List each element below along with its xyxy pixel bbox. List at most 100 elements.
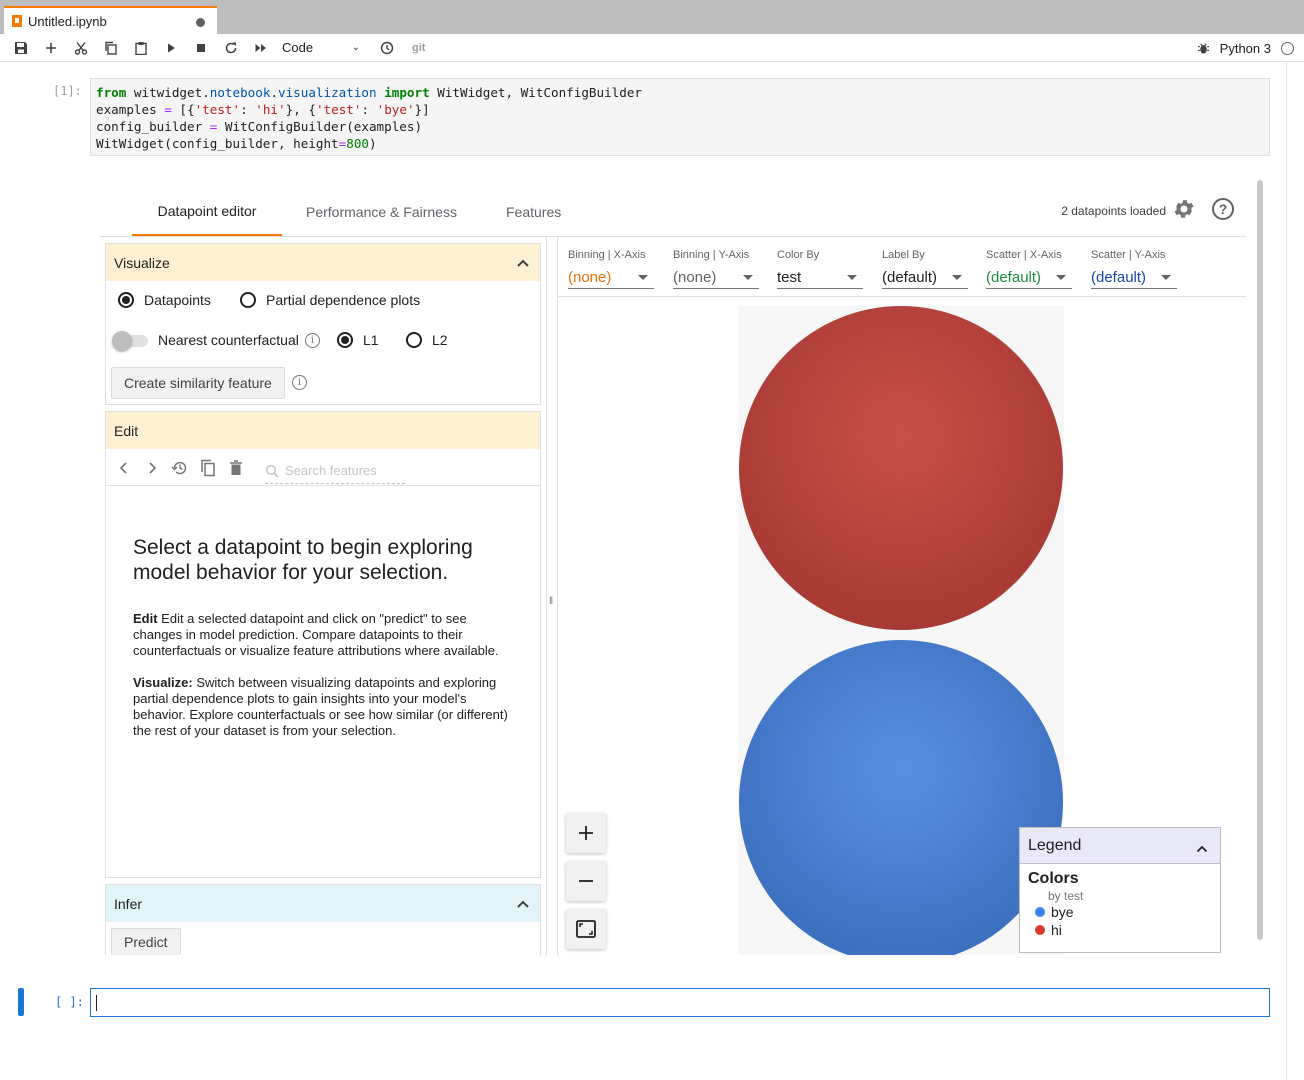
- nearest-counterfactual-row: Nearest counterfactual i: [158, 332, 320, 348]
- l2-radio[interactable]: L2: [406, 332, 448, 348]
- active-cell-indicator: [18, 988, 24, 1016]
- drag-handle-icon[interactable]: ‖: [549, 596, 553, 607]
- code-line: examples = [{'test': 'hi'}, {'test': 'by…: [96, 102, 430, 117]
- chevron-up-icon[interactable]: [516, 896, 530, 912]
- help-icon[interactable]: ?: [1212, 198, 1234, 220]
- nearest-counterfactual-toggle[interactable]: [112, 331, 148, 351]
- predict-button[interactable]: Predict: [111, 928, 181, 955]
- pdp-radio[interactable]: Partial dependence plots: [240, 292, 420, 308]
- info-icon[interactable]: i: [304, 332, 320, 348]
- plot-control-dropdown[interactable]: Binning | Y-Axis (none): [673, 249, 759, 289]
- paste-icon[interactable]: [126, 35, 156, 61]
- empty-cell-prompt: [ ]:: [55, 995, 84, 1009]
- l1-label: L1: [363, 332, 379, 348]
- info-icon[interactable]: i: [292, 375, 307, 390]
- tab-datapoint-editor[interactable]: Datapoint editor: [132, 188, 282, 236]
- datapoints-label: Datapoints: [144, 292, 211, 308]
- git-label[interactable]: git: [412, 42, 425, 54]
- notebook-tab[interactable]: Untitled.ipynb: [4, 6, 217, 34]
- cut-icon[interactable]: [66, 35, 96, 61]
- zoom-out-button[interactable]: [566, 861, 606, 901]
- notebook-scrollbar[interactable]: [1286, 63, 1300, 1080]
- chevron-right-icon[interactable]: [138, 454, 166, 482]
- document-tabbar: Untitled.ipynb: [0, 0, 1304, 34]
- wit-tabbar: Datapoint editor Performance & Fairness …: [100, 188, 1246, 237]
- cell-type-dropdown[interactable]: Code ⌄: [282, 40, 366, 55]
- plot-control-dropdown[interactable]: Scatter | X-Axis (default): [986, 249, 1072, 289]
- plot-svg: [739, 306, 1063, 955]
- legend-header[interactable]: Legend: [1020, 828, 1220, 864]
- legend-color-dot: [1035, 925, 1045, 935]
- zoom-in-button[interactable]: [566, 813, 606, 853]
- create-similarity-feature-button[interactable]: Create similarity feature: [111, 367, 285, 399]
- clock-icon[interactable]: [372, 35, 402, 61]
- run-icon[interactable]: [156, 35, 186, 61]
- chevron-up-icon[interactable]: [516, 255, 530, 271]
- pdp-label: Partial dependence plots: [266, 292, 421, 308]
- kernel-idle-icon: [1281, 41, 1294, 55]
- legend-subtitle: by test: [1048, 889, 1084, 903]
- kernel-name[interactable]: Python 3: [1220, 41, 1271, 56]
- history-icon[interactable]: [166, 454, 194, 482]
- tab-features[interactable]: Features: [506, 188, 561, 236]
- plot-control-dropdown[interactable]: Scatter | Y-Axis (default): [1091, 249, 1177, 289]
- plot-control-dropdown[interactable]: Binning | X-Axis (none): [568, 249, 654, 289]
- notebook-icon: [12, 15, 22, 27]
- datapoint-hi[interactable]: [739, 306, 1063, 630]
- empty-code-cell-editor[interactable]: [90, 988, 1270, 1017]
- duplicate-icon[interactable]: [194, 454, 222, 482]
- legend-color-dot: [1035, 907, 1045, 917]
- legend-title: Legend: [1028, 836, 1082, 854]
- edit-header: Edit: [106, 412, 540, 449]
- plot-control-value: test: [777, 269, 802, 286]
- bug-icon[interactable]: [1197, 42, 1210, 55]
- add-cell-icon[interactable]: [36, 35, 66, 61]
- radio-unselected-icon: [240, 292, 256, 308]
- notebook-toolbar: Code ⌄ git Python 3: [0, 34, 1304, 62]
- stop-icon[interactable]: [186, 35, 216, 61]
- plot-control-dropdown[interactable]: Label By (default): [882, 249, 968, 289]
- plot-control-value: (default): [882, 269, 938, 286]
- notebook-tab-title: Untitled.ipynb: [28, 13, 107, 29]
- legend-item-label: hi: [1051, 922, 1062, 938]
- l1-radio[interactable]: L1: [337, 332, 379, 348]
- fast-forward-icon[interactable]: [246, 35, 276, 61]
- datapoint-bye[interactable]: [739, 640, 1063, 955]
- edit-help-text: Select a datapoint to begin exploring mo…: [133, 535, 513, 755]
- legend-item: hi: [1035, 921, 1212, 939]
- plot-control-label: Scatter | X-Axis: [986, 249, 1062, 261]
- widget-scrollbar[interactable]: [1254, 176, 1268, 955]
- plot-canvas[interactable]: [738, 306, 1064, 955]
- edit-help-paragraph: Edit Edit a selected datapoint and click…: [133, 611, 513, 659]
- unsaved-indicator-icon[interactable]: [196, 18, 205, 27]
- legend-item: bye: [1035, 903, 1212, 921]
- plot-control-value: (default): [1091, 269, 1147, 286]
- infer-header[interactable]: Infer: [106, 885, 540, 922]
- code-cell-editor[interactable]: from witwidget.notebook.visualization im…: [90, 78, 1270, 156]
- chevron-up-icon[interactable]: [1196, 840, 1208, 858]
- legend-item-label: bye: [1051, 904, 1074, 920]
- visualize-help-bold: Visualize:: [133, 675, 193, 690]
- radio-selected-icon: [337, 332, 353, 348]
- code-line: config_builder = WitConfigBuilder(exampl…: [96, 119, 423, 134]
- save-icon[interactable]: [6, 35, 36, 61]
- infer-title: Infer: [114, 895, 143, 912]
- dropdown-arrow-icon: [952, 275, 962, 280]
- cell-type-value: Code: [282, 40, 314, 55]
- plot-control-value: (none): [568, 269, 612, 286]
- plot-control-value: (none): [673, 269, 717, 286]
- tab-performance-fairness[interactable]: Performance & Fairness: [306, 188, 457, 236]
- visualize-header[interactable]: Visualize: [106, 244, 540, 281]
- gear-icon[interactable]: [1172, 197, 1196, 221]
- restart-icon[interactable]: [216, 35, 246, 61]
- datapoints-radio[interactable]: Datapoints: [118, 292, 211, 308]
- copy-icon[interactable]: [96, 35, 126, 61]
- plot-control-dropdown[interactable]: Color By test: [777, 249, 863, 289]
- fit-view-button[interactable]: [566, 909, 606, 949]
- delete-icon[interactable]: [222, 454, 250, 482]
- plot-control-label: Color By: [777, 249, 820, 261]
- l2-label: L2: [432, 332, 448, 348]
- chevron-left-icon[interactable]: [110, 454, 138, 482]
- minus-icon: [579, 880, 593, 882]
- search-features-input[interactable]: Search features: [265, 458, 405, 484]
